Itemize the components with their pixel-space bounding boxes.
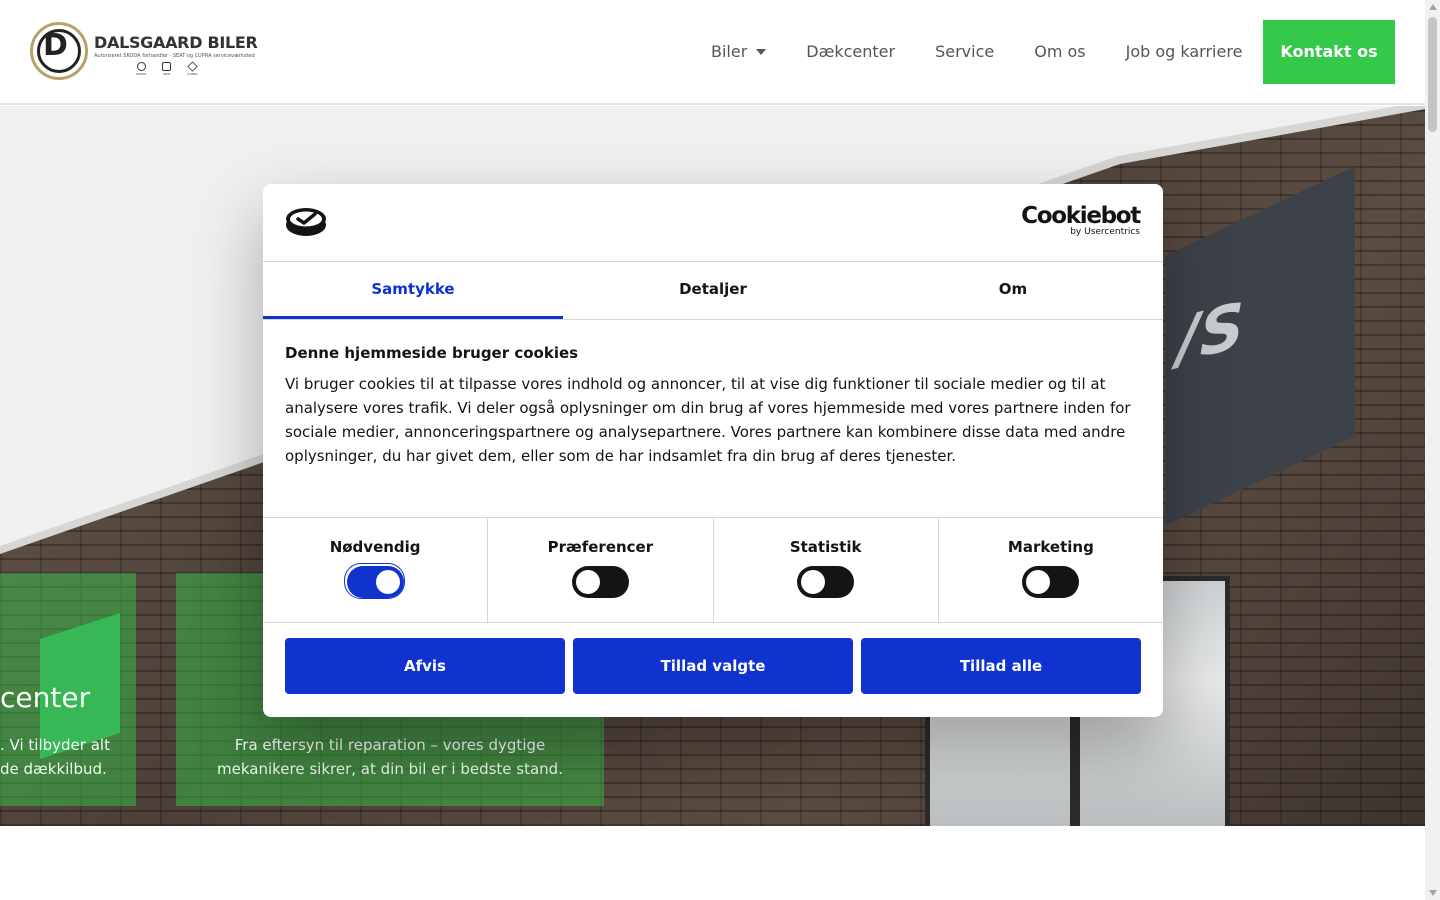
allow-all-button[interactable]: Tillad alle (861, 638, 1141, 694)
nav-item-label: Biler (711, 42, 748, 61)
tab-om[interactable]: Om (863, 262, 1163, 319)
switch-knob (801, 570, 826, 594)
dialog-description: Vi bruger cookies til at tilpasse vores … (285, 375, 1131, 465)
cookiebot-logo-icon (286, 208, 326, 236)
caret-down-icon (756, 48, 767, 55)
reject-button[interactable]: Afvis (285, 638, 565, 694)
nav-item-label: Om os (1034, 42, 1086, 61)
main-nav: Biler Dækcenter Service Om os Job og kar… (711, 42, 1242, 61)
toggle-label: Statistik (789, 538, 862, 556)
toggle-preferences: Præferencer (488, 518, 714, 622)
tab-detaljer[interactable]: Detaljer (563, 262, 863, 319)
nav-item-job-og-karriere[interactable]: Job og karriere (1126, 42, 1243, 61)
hero-card-title: center (0, 681, 91, 714)
scroll-thumb[interactable] (1428, 17, 1437, 132)
nav-item-biler[interactable]: Biler (711, 42, 767, 61)
brand-mark-seat: SEAT (162, 62, 172, 76)
toggle-label: Nødvendig (329, 538, 421, 556)
toggle-label: Marketing (1007, 538, 1094, 556)
dialog-tabs: Samtykke Detaljer Om (263, 262, 1163, 320)
dialog-body: Denne hjemmeside bruger cookies Vi bruge… (263, 320, 1163, 517)
hero-card-text: . Vi tilbyder alt de dækkilbud. (0, 733, 110, 781)
hero-card-text-line: de dækkilbud. (0, 760, 107, 778)
switch-knob (1026, 570, 1051, 594)
necessary-switch[interactable] (343, 563, 405, 599)
cookiebot-brand-name: Cookiebot (1021, 203, 1141, 229)
allow-selected-button[interactable]: Tillad valgte (573, 638, 853, 694)
scroll-down-arrow-icon[interactable] (1429, 890, 1437, 896)
tab-samtykke[interactable]: Samtykke (263, 262, 563, 319)
preferences-switch[interactable] (571, 566, 629, 598)
site-header: D DALSGAARD BILER Autoriseret SKODA forh… (0, 0, 1425, 105)
logo-tagline: Autoriseret SKODA forhandler · SEAT og C… (94, 53, 255, 59)
dialog-title: Denne hjemmeside bruger cookies (285, 344, 579, 362)
nav-item-label: Dækcenter (806, 42, 896, 61)
hero-card-text-line: . Vi tilbyder alt (0, 736, 110, 754)
nav-item-daekcenter[interactable]: Dækcenter (806, 42, 895, 61)
hero-card-text-line: mekanikere sikrer, at din bil er i bedst… (217, 760, 563, 778)
toggle-necessary: Nødvendig (263, 518, 489, 622)
page-scrollbar[interactable] (1425, 0, 1440, 900)
statistics-switch[interactable] (797, 566, 855, 598)
logo-emblem: D (30, 22, 88, 80)
toggle-marketing: Marketing (939, 518, 1163, 622)
nav-item-label: Service (935, 42, 995, 61)
brand-mark-cupra: CUPRA (187, 61, 198, 76)
toggle-statistics: Statistik (714, 518, 939, 622)
switch-knob (575, 570, 600, 594)
consent-toggles: Nødvendig Præferencer Statistik Marketin… (263, 517, 1163, 623)
dialog-buttons: Afvis Tillad valgte Tillad alle (263, 623, 1163, 694)
cookie-consent-dialog: Cookiebot by Usercentrics Samtykke Detal… (263, 184, 1163, 717)
toggle-label: Præferencer (547, 538, 654, 556)
marketing-switch[interactable] (1022, 566, 1080, 598)
logo-name: DALSGAARD BILER (94, 33, 258, 52)
nav-item-service[interactable]: Service (935, 42, 994, 61)
hero-card-text: Fra eftersyn til reparation – vores dygt… (190, 733, 590, 781)
cupra-icon (187, 61, 198, 72)
hero-card-text-line: Fra eftersyn til reparation – vores dygt… (234, 736, 546, 754)
contact-button[interactable]: Kontakt os (1263, 20, 1395, 84)
seat-icon (162, 62, 172, 71)
nav-item-label: Job og karriere (1125, 42, 1243, 61)
logo-brands: SKODA SEAT CUPRA (136, 61, 198, 76)
cookiebot-brand: Cookiebot by Usercentrics (1021, 203, 1141, 238)
brand-mark-skoda: SKODA (136, 62, 146, 76)
dialog-header: Cookiebot by Usercentrics (263, 184, 1163, 262)
logo-d-icon: D (43, 28, 68, 63)
logo[interactable]: D DALSGAARD BILER Autoriseret SKODA forh… (30, 22, 258, 82)
nav-item-om-os[interactable]: Om os (1034, 42, 1085, 61)
scroll-up-arrow-icon[interactable] (1429, 4, 1437, 10)
switch-knob (375, 570, 400, 594)
skoda-icon (136, 62, 146, 71)
